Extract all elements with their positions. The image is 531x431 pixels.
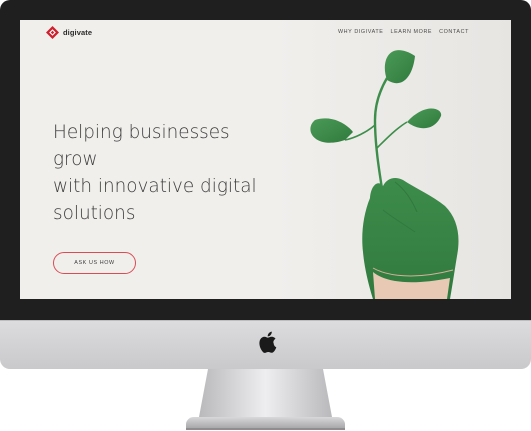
main-nav: WHY DIGIVATE LEARN MORE CONTACT — [338, 29, 469, 35]
digivate-logo-icon — [46, 26, 59, 39]
nav-why-digivate[interactable]: WHY DIGIVATE — [338, 29, 384, 35]
site-header: digivate WHY DIGIVATE LEARN MORE CONTACT — [20, 20, 511, 46]
hand-holding-plant-image — [275, 20, 511, 299]
nav-learn-more[interactable]: LEARN MORE — [390, 29, 432, 35]
imac-mockup: digivate WHY DIGIVATE LEARN MORE CONTACT… — [0, 0, 531, 431]
nav-contact[interactable]: CONTACT — [439, 29, 469, 35]
website-screen: digivate WHY DIGIVATE LEARN MORE CONTACT… — [20, 20, 511, 299]
hero-line-3: with innovative digital — [53, 176, 257, 197]
brand-logo[interactable]: digivate — [46, 26, 92, 39]
ask-us-how-button[interactable]: ASK US HOW — [53, 252, 136, 274]
monitor-stand — [186, 369, 345, 430]
hero-line-2: grow — [53, 149, 98, 170]
apple-logo-icon — [259, 331, 277, 353]
hero-headline: Helping businesses grow with innovative … — [53, 119, 293, 227]
hero-line-4: solutions — [53, 203, 136, 224]
brand-name: digivate — [63, 28, 93, 37]
hero-line-1: Helping businesses — [53, 122, 230, 143]
